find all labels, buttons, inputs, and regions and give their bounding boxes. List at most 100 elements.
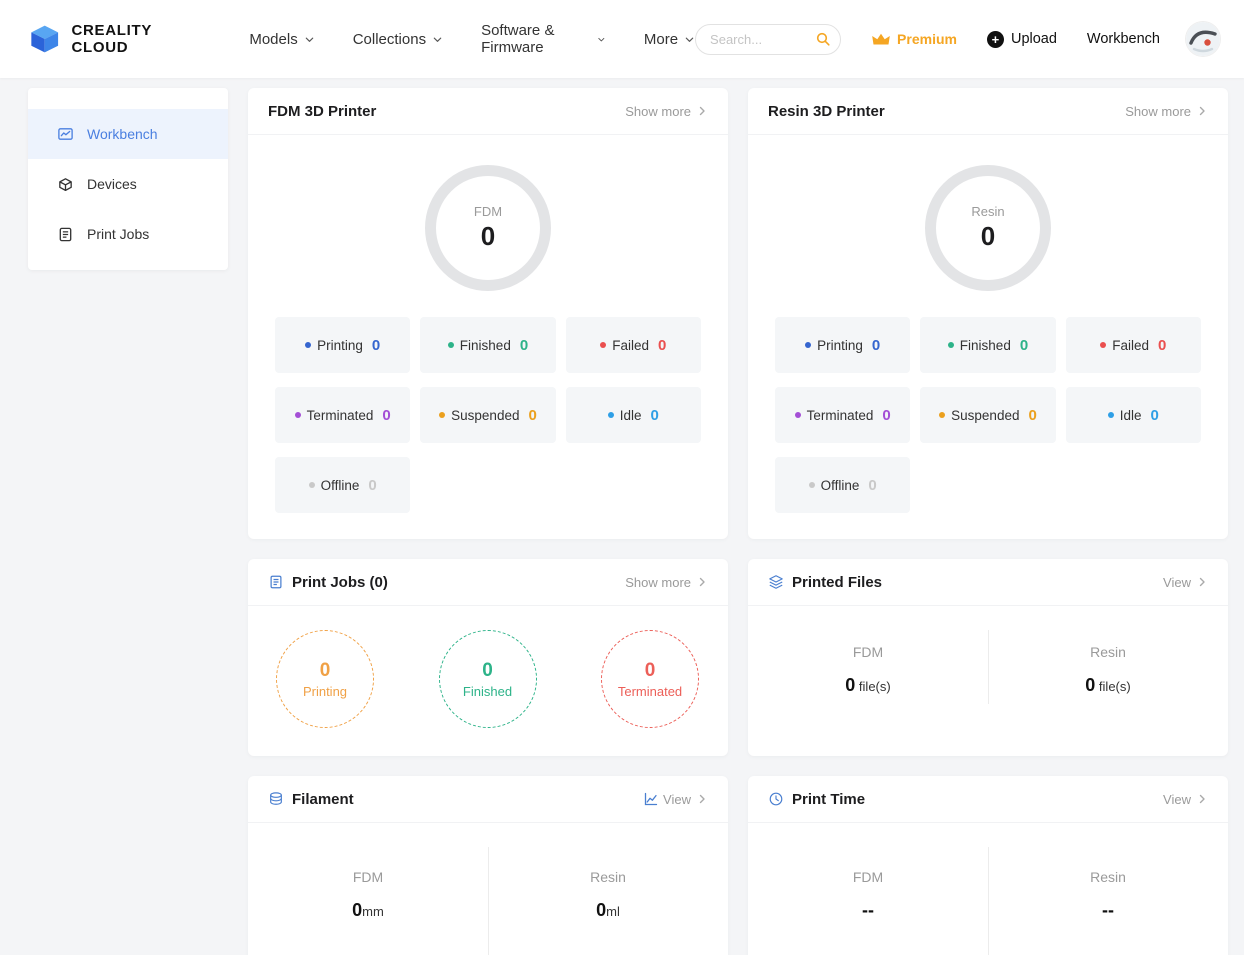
stat-label: Resin — [590, 869, 626, 885]
status-chip: Failed 0 — [565, 317, 701, 373]
view-label: View — [663, 791, 691, 807]
status-label: Idle — [1119, 407, 1142, 423]
status-chip: Printing 0 — [275, 317, 411, 373]
status-dot — [607, 412, 614, 418]
status-label: Idle — [619, 407, 642, 423]
printer-count-donut: Resin 0 — [925, 165, 1051, 291]
stat-value-row: 0 file(s) — [748, 675, 988, 696]
donut-label: FDM — [473, 204, 503, 219]
upload-button[interactable]: + Upload — [986, 30, 1057, 48]
card-header: FDM 3D Printer Show more — [248, 88, 728, 135]
menu-software-firmware[interactable]: Software & Firmware — [481, 22, 606, 56]
stat-label: FDM — [852, 869, 884, 885]
stat-unit: ml — [606, 904, 620, 919]
view-link[interactable]: View — [644, 792, 708, 807]
premium-label: Premium — [897, 31, 957, 47]
fdm-printer-card: FDM 3D Printer Show more FDM 0 Printing … — [248, 88, 728, 539]
clock-icon — [769, 792, 783, 806]
card-title: Print Time — [792, 790, 866, 808]
job-stat-circle: 0 Printing — [276, 630, 374, 728]
card-title: Print Jobs (0) — [292, 573, 388, 591]
show-more-link[interactable]: Show more — [1125, 104, 1208, 119]
navbar-right: Premium + Upload Workbench — [695, 22, 1220, 56]
card-header: Filament View — [248, 776, 728, 823]
view-link[interactable]: View — [1163, 792, 1208, 807]
status-value: 0 — [519, 336, 529, 354]
premium-crown-icon — [872, 33, 890, 44]
status-dot — [794, 412, 801, 418]
stat-label: Resin — [1090, 644, 1126, 660]
workbench-icon — [58, 127, 73, 140]
status-chip: Finished 0 — [920, 317, 1056, 373]
status-chip: Idle 0 — [1065, 387, 1201, 443]
stat-label: FDM — [352, 869, 384, 885]
status-value: 0 — [882, 406, 891, 424]
search-icon[interactable] — [815, 31, 831, 47]
menu-label: More — [643, 30, 679, 48]
status-chip-grid: Printing 0 Finished 0 Failed 0 Terminate… — [275, 317, 701, 513]
status-value: 0 — [1150, 406, 1159, 424]
card-header-left: Filament — [268, 791, 354, 808]
status-label: Offline — [320, 477, 360, 493]
sidebar-item-print-jobs[interactable]: Print Jobs — [28, 209, 228, 259]
status-chip: Offline 0 — [275, 457, 411, 513]
status-value: 0 — [871, 336, 881, 354]
premium-link[interactable]: Premium — [871, 31, 957, 47]
status-chip: Offline 0 — [775, 457, 911, 513]
sidebar-item-devices[interactable]: Devices — [28, 159, 228, 209]
donut-value: 0 — [980, 221, 996, 251]
stat-value-row: 0mm — [248, 900, 488, 921]
creality-logo[interactable]: CREALITY CLOUD — [28, 22, 203, 56]
card-title: Resin 3D Printer — [768, 102, 885, 120]
stat-column-resin: Resin 0 file(s) — [988, 644, 1228, 696]
printed-files-layers-icon — [769, 575, 783, 589]
stat-unit: file(s) — [855, 679, 891, 694]
user-avatar[interactable] — [1186, 22, 1220, 56]
show-more-label: Show more — [625, 103, 691, 119]
job-label: Printing — [302, 683, 348, 699]
stat-value-row: -- — [988, 900, 1228, 921]
resin-printer-card: Resin 3D Printer Show more Resin 0 Print… — [748, 88, 1228, 539]
status-dot — [305, 342, 312, 348]
card-header: Print Jobs (0) Show more — [248, 559, 728, 606]
donut-value: 0 — [480, 221, 496, 251]
job-stat-circle: 0 Finished — [438, 630, 537, 728]
status-label: Failed — [1112, 337, 1150, 353]
card-body: FDM 0mm Resin 0ml — [248, 823, 728, 955]
menu-collections[interactable]: Collections — [353, 22, 443, 56]
view-link[interactable]: View — [1163, 575, 1208, 590]
status-value: 0 — [868, 476, 877, 494]
workbench-link[interactable]: Workbench — [1087, 31, 1160, 47]
vertical-divider — [488, 847, 489, 955]
search-box — [695, 23, 842, 55]
sidebar: Workbench Devices Print Jobs — [28, 88, 228, 270]
status-label: Suspended — [951, 407, 1020, 423]
status-chip-grid: Printing 0 Finished 0 Failed 0 Terminate… — [775, 317, 1201, 513]
top-navbar: CREALITY CLOUD Models Collections Softwa… — [0, 0, 1244, 78]
sidebar-item-workbench[interactable]: Workbench — [28, 109, 228, 159]
status-label: Finished — [459, 337, 511, 353]
stat-column-fdm: FDM 0 file(s) — [748, 644, 988, 696]
status-value: 0 — [528, 406, 537, 424]
chevron-right-icon — [1199, 106, 1205, 116]
vertical-divider — [988, 847, 989, 955]
menu-models[interactable]: Models — [249, 22, 314, 56]
chevron-right-icon — [699, 577, 705, 587]
stat-value: -- — [862, 900, 874, 920]
show-more-label: Show more — [625, 574, 691, 590]
page-layout: Workbench Devices Print Jobs FDM 3D Prin… — [0, 78, 1244, 955]
creality-cube-icon — [31, 25, 59, 53]
status-dot — [808, 482, 815, 488]
status-dot — [600, 342, 607, 348]
job-label: Finished — [462, 683, 513, 699]
status-label: Finished — [959, 337, 1011, 353]
show-more-link[interactable]: Show more — [625, 104, 708, 119]
menu-label: Models — [249, 30, 298, 48]
stat-value-row: 0ml — [488, 900, 728, 921]
status-dot — [939, 412, 946, 418]
card-header: Resin 3D Printer Show more — [748, 88, 1228, 135]
show-more-link[interactable]: Show more — [625, 575, 708, 590]
show-more-label: Show more — [1125, 103, 1191, 119]
menu-more[interactable]: More — [644, 22, 695, 56]
main-menu: Models Collections Software & Firmware M… — [249, 22, 695, 56]
